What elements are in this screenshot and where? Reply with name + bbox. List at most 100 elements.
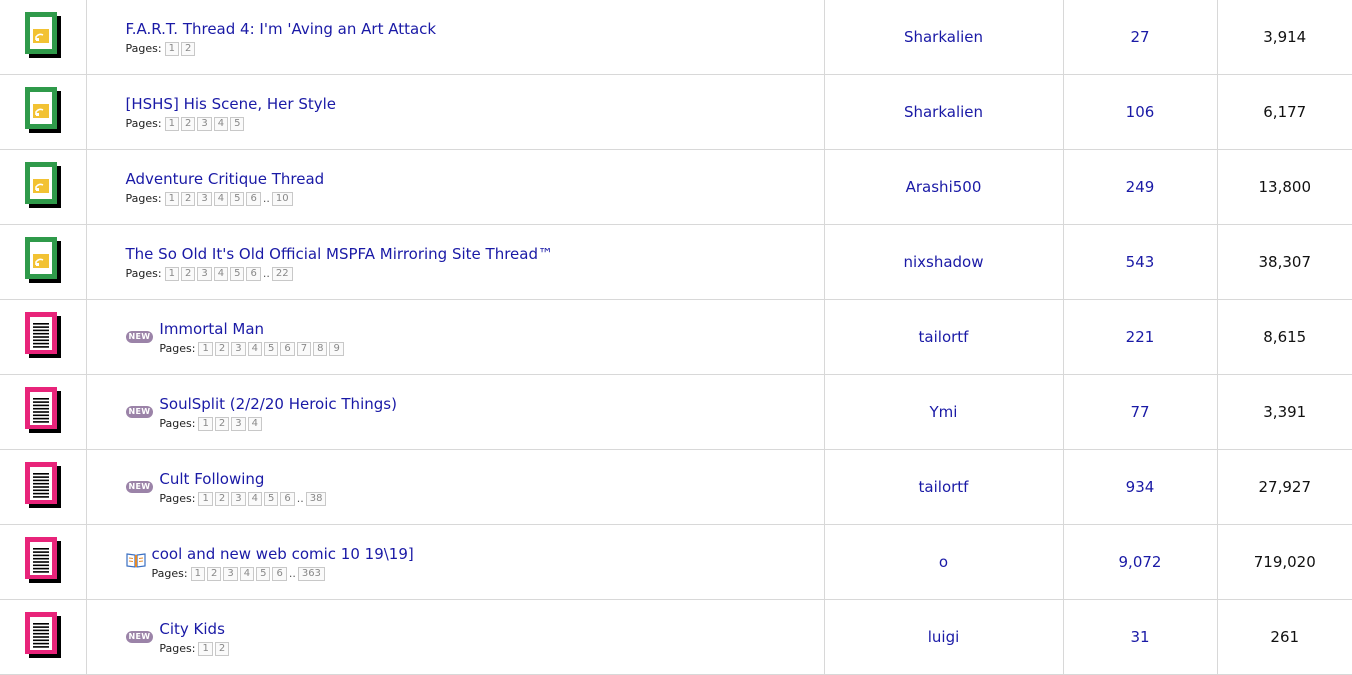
thread-title-link[interactable]: cool and new web comic 10 19\19] bbox=[152, 545, 414, 563]
thread-author-link[interactable]: o bbox=[939, 553, 948, 571]
page-link[interactable]: 2 bbox=[180, 41, 196, 56]
new-post-badge[interactable]: NEW bbox=[125, 481, 154, 493]
page-link[interactable]: 2 bbox=[214, 641, 230, 656]
thread-replies-link[interactable]: 249 bbox=[1126, 178, 1155, 196]
new-post-badge[interactable]: NEW bbox=[125, 331, 154, 343]
thread-author-link[interactable]: Arashi500 bbox=[906, 178, 982, 196]
page-link[interactable]: 1 bbox=[164, 41, 179, 56]
thread-author-link[interactable]: nixshadow bbox=[903, 253, 983, 271]
page-link[interactable]: 6 bbox=[246, 266, 261, 281]
page-link[interactable]: 6 bbox=[246, 191, 261, 206]
thread-views: 27,927 bbox=[1217, 449, 1352, 525]
thread-title-link[interactable]: Cult Following bbox=[159, 470, 264, 488]
thread-author-link[interactable]: Sharkalien bbox=[904, 103, 983, 121]
new-post-badge[interactable]: NEW bbox=[125, 631, 154, 643]
thread-author-link[interactable]: Sharkalien bbox=[904, 28, 983, 46]
thread-title-link[interactable]: City Kids bbox=[159, 620, 225, 638]
thread-title-wrap: Adventure Critique Thread Pages: 1 2 3 4 5 6.. 1… bbox=[126, 169, 824, 206]
page-link[interactable]: 3 bbox=[231, 341, 246, 356]
thread-author-link[interactable]: tailortf bbox=[919, 328, 969, 346]
pages-label: Pages: bbox=[125, 117, 162, 130]
page-link[interactable]: 4 bbox=[247, 341, 262, 356]
page-link[interactable]: 4 bbox=[213, 191, 229, 206]
thread-replies-link[interactable]: 934 bbox=[1126, 478, 1155, 496]
page-link[interactable]: 2 bbox=[214, 341, 230, 356]
last-page-link[interactable]: 22 bbox=[271, 266, 293, 281]
page-link[interactable]: 6 bbox=[280, 341, 295, 356]
page-link[interactable]: 1 bbox=[198, 341, 213, 356]
thread-title-wrap: NEW Immortal Man Pages: 1 2 3 4 5 6 7 8 9 bbox=[125, 319, 824, 356]
last-page-link[interactable]: 38 bbox=[305, 491, 327, 506]
page-ellipsis: .. bbox=[288, 567, 296, 580]
page-link[interactable]: 6 bbox=[272, 566, 287, 581]
page-link[interactable]: 3 bbox=[231, 491, 246, 506]
new-post-badge[interactable]: NEW bbox=[125, 406, 154, 418]
page-link[interactable]: 3 bbox=[197, 266, 212, 281]
thread-title-cell: [HSHS] His Scene, Her Style Pages: 1 2 3 4 5 bbox=[86, 74, 825, 150]
page-link[interactable]: 2 bbox=[206, 566, 222, 581]
page-link[interactable]: 5 bbox=[263, 341, 279, 356]
thread-replies-link[interactable]: 9,072 bbox=[1119, 553, 1162, 571]
page-link[interactable]: 3 bbox=[197, 116, 212, 131]
page-link[interactable]: 1 bbox=[164, 266, 179, 281]
pages-label: Pages: bbox=[125, 192, 162, 205]
page-link[interactable]: 3 bbox=[223, 566, 238, 581]
page-link[interactable]: 2 bbox=[180, 116, 196, 131]
thread-replies-link[interactable]: 31 bbox=[1130, 628, 1149, 646]
page-link[interactable]: 4 bbox=[247, 416, 262, 431]
page-link[interactable]: 2 bbox=[214, 416, 230, 431]
page-ellipsis: .. bbox=[262, 267, 270, 280]
thread-replies-link[interactable]: 543 bbox=[1126, 253, 1155, 271]
page-ellipsis: .. bbox=[296, 492, 304, 505]
pages-label: Pages: bbox=[125, 42, 162, 55]
page-link[interactable]: 4 bbox=[247, 491, 262, 506]
page-link[interactable]: 4 bbox=[239, 566, 255, 581]
thread-replies-link[interactable]: 221 bbox=[1126, 328, 1155, 346]
last-page-link[interactable]: 10 bbox=[271, 191, 293, 206]
thread-replies-link[interactable]: 106 bbox=[1126, 103, 1155, 121]
thread-row: cool and new web comic 10 19\19] Pages: 1 2… bbox=[0, 524, 1352, 600]
thread-title-link[interactable]: Immortal Man bbox=[159, 320, 264, 338]
page-link[interactable]: 1 bbox=[164, 116, 179, 131]
page-link[interactable]: 1 bbox=[198, 641, 213, 656]
thread-replies-link[interactable]: 77 bbox=[1130, 403, 1149, 421]
thread-icon-cell bbox=[0, 374, 87, 450]
page-link[interactable]: 8 bbox=[313, 341, 328, 356]
page-link[interactable]: 1 bbox=[198, 416, 213, 431]
page-link[interactable]: 5 bbox=[230, 116, 245, 131]
thread-title-link[interactable]: Adventure Critique Thread bbox=[126, 170, 325, 188]
page-link[interactable]: 3 bbox=[231, 416, 246, 431]
page-link[interactable]: 1 bbox=[198, 491, 213, 506]
thread-views: 13,800 bbox=[1217, 149, 1352, 225]
page-link[interactable]: 5 bbox=[230, 266, 245, 281]
page-link[interactable]: 6 bbox=[280, 491, 295, 506]
thread-title-block: Cult Following Pages: 1 2 3 4 5 6.. 38 bbox=[159, 469, 328, 506]
page-link[interactable]: 5 bbox=[256, 566, 271, 581]
thread-replies-link[interactable]: 27 bbox=[1130, 28, 1149, 46]
page-link[interactable]: 9 bbox=[329, 341, 344, 356]
page-link[interactable]: 5 bbox=[230, 191, 245, 206]
page-link[interactable]: 4 bbox=[213, 116, 229, 131]
page-link[interactable]: 1 bbox=[164, 191, 179, 206]
thread-author-cell: Sharkalien bbox=[824, 74, 1064, 150]
thread-title-link[interactable]: F.A.R.T. Thread 4: I'm 'Aving an Art Att… bbox=[126, 20, 437, 38]
page-link[interactable]: 2 bbox=[180, 266, 196, 281]
last-page-link[interactable]: 363 bbox=[297, 566, 325, 581]
page-link[interactable]: 7 bbox=[296, 341, 312, 356]
thread-title-link[interactable]: SoulSplit (2/2/20 Heroic Things) bbox=[159, 395, 397, 413]
page-link[interactable]: 1 bbox=[190, 566, 205, 581]
page-link[interactable]: 4 bbox=[213, 266, 229, 281]
thread-author-cell: tailortf bbox=[824, 299, 1064, 375]
thread-title-link[interactable]: The So Old It's Old Official MSPFA Mirro… bbox=[126, 245, 554, 263]
page-link[interactable]: 3 bbox=[197, 191, 212, 206]
thread-author-link[interactable]: tailortf bbox=[919, 478, 969, 496]
page-link[interactable]: 5 bbox=[263, 491, 279, 506]
thread-author-link[interactable]: luigi bbox=[928, 628, 960, 646]
thread-author-cell: luigi bbox=[824, 599, 1064, 675]
thread-title-link[interactable]: [HSHS] His Scene, Her Style bbox=[126, 95, 337, 113]
page-link[interactable]: 2 bbox=[214, 491, 230, 506]
page-link[interactable]: 2 bbox=[180, 191, 196, 206]
page-links: Pages: 1 2 3 4 bbox=[159, 416, 397, 431]
thread-author-cell: Arashi500 bbox=[824, 149, 1064, 225]
thread-author-link[interactable]: Ymi bbox=[930, 403, 958, 421]
